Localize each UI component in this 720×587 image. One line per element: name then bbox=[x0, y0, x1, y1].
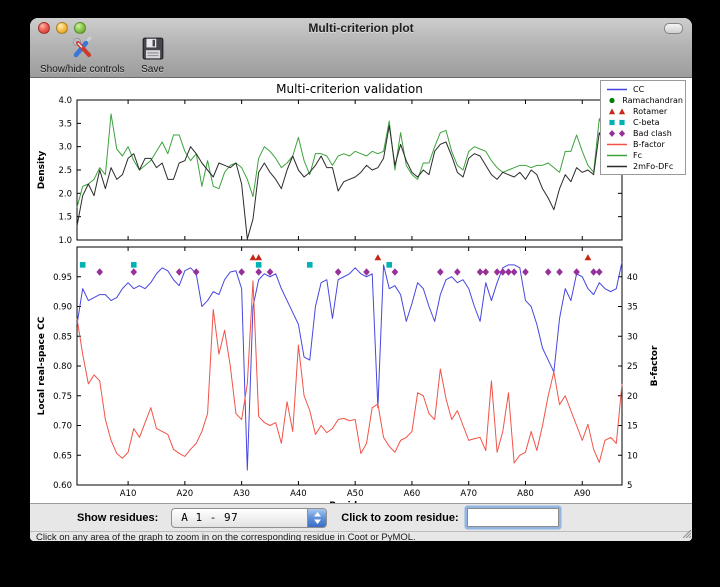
stepper-arrows-icon bbox=[307, 509, 326, 527]
toolbar: Show/hide controls Save bbox=[30, 38, 692, 78]
svg-text:B-factor: B-factor bbox=[650, 345, 660, 386]
svg-text:0.90: 0.90 bbox=[53, 303, 72, 313]
legend-line-glyph bbox=[605, 140, 629, 149]
svg-text:Local real-space CC: Local real-space CC bbox=[37, 316, 47, 415]
svg-text:A70: A70 bbox=[460, 489, 477, 499]
cc-line bbox=[77, 262, 622, 470]
legend-label: 2mFo-DFc bbox=[633, 162, 673, 171]
legend-circle-glyph bbox=[605, 96, 618, 105]
bad-clash-markers bbox=[96, 268, 602, 275]
two-mfo-dfc-line bbox=[77, 126, 622, 239]
svg-text:A80: A80 bbox=[517, 489, 534, 499]
legend-label: Bad clash bbox=[633, 129, 672, 138]
svg-text:A90: A90 bbox=[574, 489, 591, 499]
legend-square-glyph bbox=[605, 118, 629, 127]
svg-text:25: 25 bbox=[627, 362, 638, 372]
legend-diamond-glyph bbox=[605, 129, 629, 138]
minimize-button[interactable] bbox=[56, 22, 68, 34]
show-hide-controls-button[interactable]: Show/hide controls bbox=[40, 36, 125, 75]
legend-line-glyph bbox=[605, 162, 629, 171]
svg-text:3.0: 3.0 bbox=[58, 143, 72, 153]
svg-text:A40: A40 bbox=[290, 489, 307, 499]
legend-label: Rotamer bbox=[633, 107, 667, 116]
svg-text:10: 10 bbox=[627, 451, 638, 461]
svg-text:2.5: 2.5 bbox=[58, 166, 72, 176]
multi-criterion-plot-canvas[interactable]: 1.0 1.5 2.0 2.5 3.0 3.5 4.0 Multi-criterion val… bbox=[30, 78, 692, 503]
title-bar[interactable]: Multi-criterion plot bbox=[30, 18, 692, 38]
legend-entry: C-beta bbox=[605, 117, 683, 128]
svg-text:1.0: 1.0 bbox=[58, 236, 72, 246]
rotamer-markers bbox=[250, 254, 592, 260]
svg-text:15: 15 bbox=[627, 422, 638, 432]
close-button[interactable] bbox=[38, 22, 50, 34]
tools-icon bbox=[69, 36, 95, 63]
show-residues-label: Show residues: bbox=[30, 512, 158, 524]
toolbar-button-label: Save bbox=[141, 64, 164, 75]
svg-text:4.0: 4.0 bbox=[58, 96, 72, 106]
svg-text:Multi-criterion validation: Multi-criterion validation bbox=[276, 82, 423, 96]
legend-label: C-beta bbox=[633, 118, 660, 127]
residue-range-value: A 1 - 97 bbox=[172, 511, 307, 524]
svg-text:A30: A30 bbox=[233, 489, 250, 499]
legend-label: Ramachandran bbox=[622, 96, 683, 105]
fc-line bbox=[77, 114, 622, 207]
svg-text:1.5: 1.5 bbox=[58, 213, 72, 223]
b-factor-line bbox=[77, 281, 622, 463]
svg-text:3.5: 3.5 bbox=[58, 119, 72, 129]
window-title: Multi-criterion plot bbox=[30, 18, 692, 39]
c-beta-markers bbox=[80, 262, 392, 268]
svg-text:5: 5 bbox=[627, 481, 632, 491]
window-chrome: Multi-criterion plot Show/hide controls bbox=[30, 18, 692, 78]
svg-text:20: 20 bbox=[627, 392, 638, 402]
legend-entry: CC bbox=[605, 84, 683, 95]
resize-grip-icon[interactable] bbox=[681, 528, 691, 541]
legend-entry: Rotamer bbox=[605, 106, 683, 117]
svg-text:0.70: 0.70 bbox=[53, 422, 72, 432]
legend-line-glyph bbox=[605, 85, 629, 94]
svg-text:0.75: 0.75 bbox=[53, 392, 72, 402]
legend-triangle-glyph bbox=[605, 107, 629, 116]
legend-entry: 2mFo-DFc bbox=[605, 161, 683, 172]
legend-entry: Bad clash bbox=[605, 128, 683, 139]
legend-label: B-factor bbox=[633, 140, 665, 149]
legend-entry: B-factor bbox=[605, 139, 683, 150]
controls-bar: Show residues: A 1 - 97 Click to zoom re… bbox=[30, 503, 692, 531]
svg-text:0.60: 0.60 bbox=[53, 481, 72, 491]
svg-text:40: 40 bbox=[627, 273, 638, 283]
svg-text:Density: Density bbox=[37, 151, 47, 190]
plot-legend: CC Ramachandran Rotamer C-beta Bad clash B-fa… bbox=[600, 80, 686, 175]
zoom-residue-input[interactable] bbox=[467, 508, 559, 527]
status-text: Click on any area of the graph to zoom i… bbox=[36, 532, 416, 541]
svg-text:Residue: Residue bbox=[329, 501, 369, 503]
status-bar: Click on any area of the graph to zoom i… bbox=[30, 531, 692, 541]
svg-text:A10: A10 bbox=[120, 489, 137, 499]
legend-label: Fc bbox=[633, 151, 642, 160]
save-icon bbox=[141, 36, 165, 63]
toolbar-button-label: Show/hide controls bbox=[40, 64, 125, 75]
zoom-button[interactable] bbox=[74, 22, 86, 34]
svg-text:0.80: 0.80 bbox=[53, 362, 72, 372]
svg-text:30: 30 bbox=[627, 332, 638, 342]
svg-text:A20: A20 bbox=[177, 489, 194, 499]
plot-area[interactable]: 1.0 1.5 2.0 2.5 3.0 3.5 4.0 Multi-criterion val… bbox=[30, 78, 692, 503]
residue-range-dropdown[interactable]: A 1 - 97 bbox=[171, 508, 327, 528]
legend-entry: Fc bbox=[605, 150, 683, 161]
legend-line-glyph bbox=[605, 151, 629, 160]
svg-text:A60: A60 bbox=[404, 489, 421, 499]
svg-text:2.0: 2.0 bbox=[58, 189, 72, 199]
svg-text:0.85: 0.85 bbox=[53, 332, 72, 342]
save-button[interactable]: Save bbox=[141, 36, 165, 75]
legend-entry: Ramachandran bbox=[605, 95, 683, 106]
multi-criterion-plot-window: Multi-criterion plot Show/hide controls bbox=[30, 18, 692, 541]
toolbar-toggle-button[interactable] bbox=[664, 23, 683, 34]
zoom-residue-label: Click to zoom residue: bbox=[341, 512, 458, 524]
svg-text:0.65: 0.65 bbox=[53, 451, 72, 461]
legend-label: CC bbox=[633, 85, 644, 94]
svg-text:A50: A50 bbox=[347, 489, 364, 499]
svg-text:0.95: 0.95 bbox=[53, 273, 72, 283]
svg-text:35: 35 bbox=[627, 303, 638, 313]
